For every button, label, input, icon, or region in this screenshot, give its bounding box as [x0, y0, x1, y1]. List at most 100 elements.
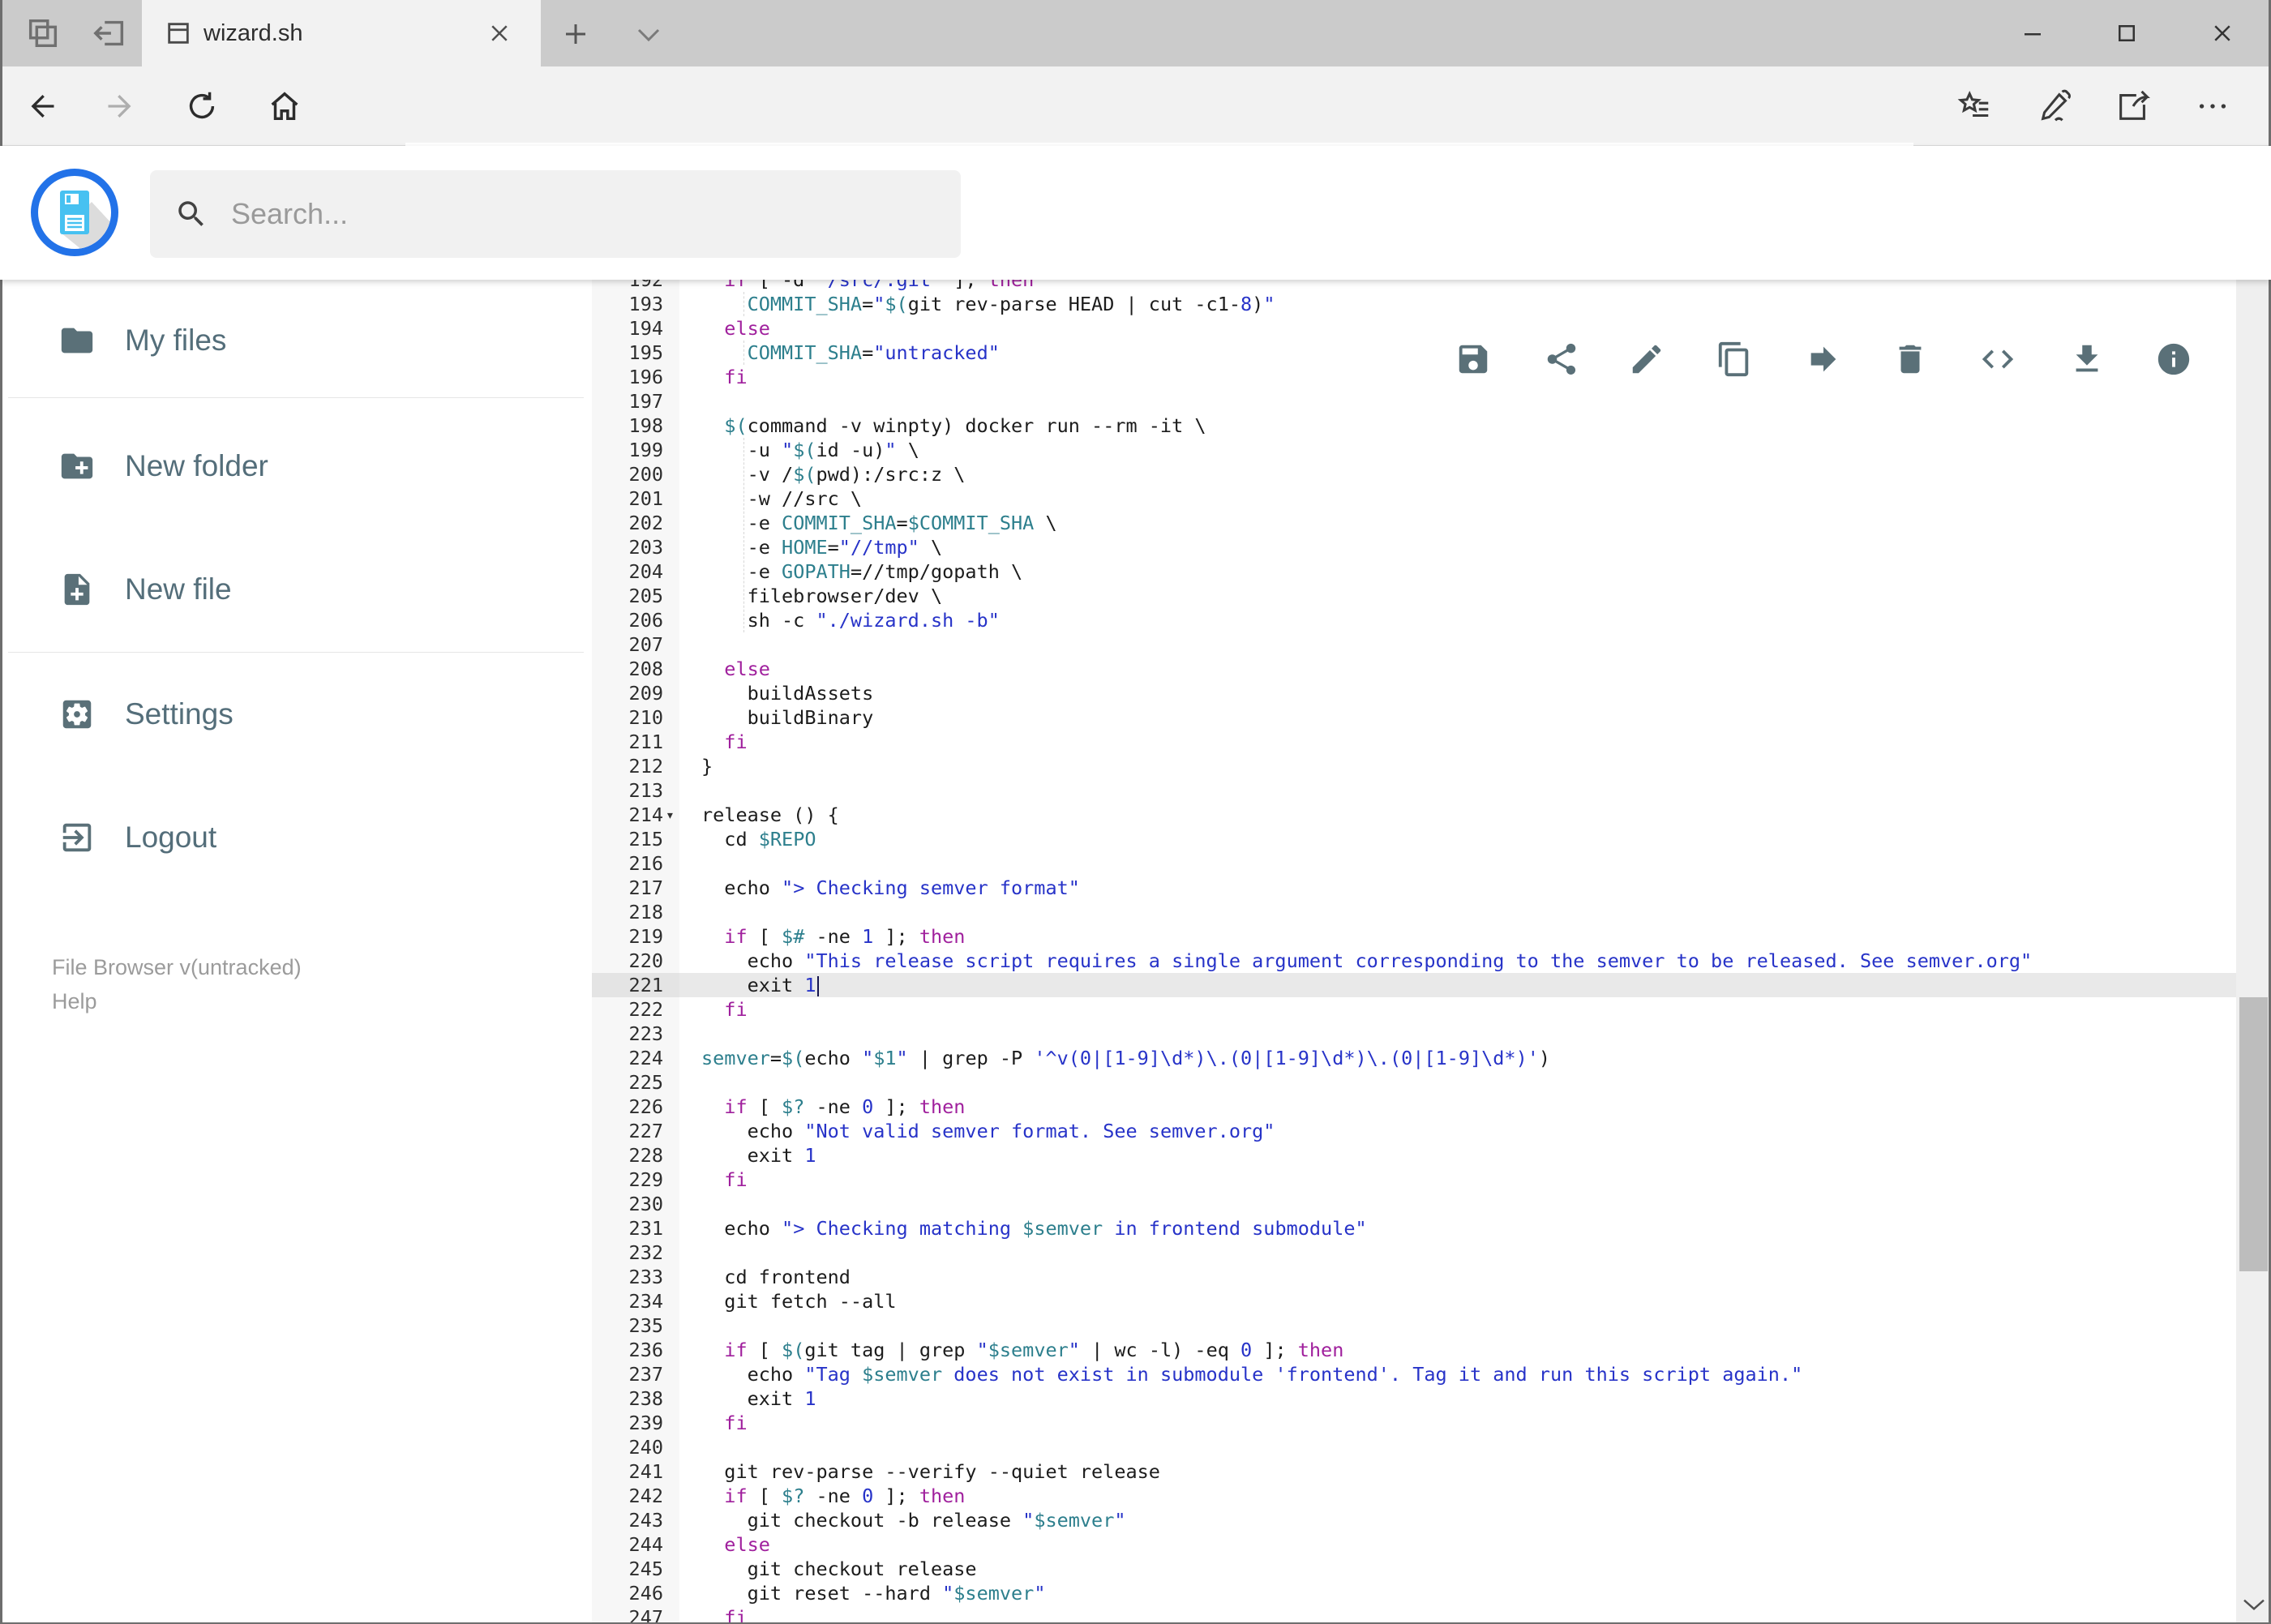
code-line[interactable]: 206 sh -c "./wizard.sh -b": [592, 608, 2236, 632]
code-line[interactable]: 217 echo "> Checking semver format": [592, 876, 2236, 900]
scroll-down-icon[interactable]: [2241, 1595, 2267, 1614]
code-line[interactable]: 231 echo "> Checking matching $semver in…: [592, 1216, 2236, 1240]
code-line[interactable]: 228 exit 1: [592, 1143, 2236, 1168]
code-line[interactable]: 208 else: [592, 657, 2236, 681]
help-link[interactable]: Help: [52, 989, 97, 1014]
set-tabs-aside-icon[interactable]: [91, 15, 128, 52]
tab-preview-icon[interactable]: [24, 15, 62, 52]
code-line[interactable]: 211 fi: [592, 730, 2236, 754]
page-scrollbar[interactable]: [2236, 146, 2271, 1624]
edit-button[interactable]: [1628, 341, 1665, 378]
hub-favorites-icon[interactable]: [1956, 88, 1993, 125]
code-line[interactable]: 207: [592, 632, 2236, 657]
code-line[interactable]: 229 fi: [592, 1168, 2236, 1192]
code-line[interactable]: 244 else: [592, 1532, 2236, 1557]
sidebar-item-settings[interactable]: Settings: [0, 675, 592, 753]
download-button[interactable]: [2068, 341, 2106, 378]
line-number: 237: [592, 1362, 679, 1386]
save-button[interactable]: [1455, 341, 1492, 378]
scrollbar-thumb[interactable]: [2239, 997, 2268, 1271]
code-line[interactable]: 201 -w //src \: [592, 486, 2236, 511]
close-button[interactable]: [2187, 0, 2257, 66]
code-line[interactable]: 209 buildAssets: [592, 681, 2236, 705]
code-line[interactable]: 221 exit 1: [592, 973, 2236, 997]
sidebar-item-logout[interactable]: Logout: [0, 799, 592, 876]
code-line[interactable]: 210 buildBinary: [592, 705, 2236, 730]
maximize-button[interactable]: [2092, 0, 2162, 66]
forward-button[interactable]: [104, 88, 139, 124]
code-line[interactable]: 230: [592, 1192, 2236, 1216]
search-placeholder: Search...: [231, 197, 349, 230]
code-line[interactable]: 233 cd frontend: [592, 1265, 2236, 1289]
tab-list-chevron-icon[interactable]: [634, 24, 663, 45]
code-line[interactable]: 245 git checkout release: [592, 1557, 2236, 1581]
app-version-text: File Browser v(untracked): [52, 955, 302, 979]
code-line[interactable]: 215 cd $REPO: [592, 827, 2236, 851]
sidebar-item-new-folder[interactable]: New folder: [0, 427, 592, 505]
code-line[interactable]: 197: [592, 389, 2236, 413]
code-line[interactable]: 242 if [ $? -ne 0 ]; then: [592, 1484, 2236, 1508]
delete-button[interactable]: [1892, 341, 1929, 378]
code-line[interactable]: 237 echo "Tag $semver does not exist in …: [592, 1362, 2236, 1386]
share-file-button[interactable]: [1543, 341, 1580, 378]
code-line[interactable]: 212}: [592, 754, 2236, 778]
code-line[interactable]: 226 if [ $? -ne 0 ]; then: [592, 1095, 2236, 1119]
code-line[interactable]: 243 git checkout -b release "$semver": [592, 1508, 2236, 1532]
fold-arrow-icon[interactable]: ▾: [666, 803, 675, 828]
code-line[interactable]: 220 echo "This release script requires a…: [592, 949, 2236, 973]
home-button[interactable]: [266, 88, 303, 125]
share-icon[interactable]: [2115, 88, 2152, 125]
code-editor[interactable]: 192 if [ -d "/src/.git" ]; then 193 COMMI…: [592, 280, 2236, 1624]
code-line[interactable]: 246 git reset --hard "$semver": [592, 1581, 2236, 1605]
code-line[interactable]: 227 echo "Not valid semver format. See s…: [592, 1119, 2236, 1143]
code-line[interactable]: 214 ▾ release () {: [592, 803, 2236, 827]
code-line[interactable]: 192 if [ -d "/src/.git" ]; then: [592, 280, 2236, 292]
copy-button[interactable]: [1716, 341, 1753, 378]
minimize-button[interactable]: [1998, 0, 2067, 66]
code-line[interactable]: 236 if [ $(git tag | grep "$semver" | wc…: [592, 1338, 2236, 1362]
search-input[interactable]: Search...: [150, 170, 961, 258]
code-line[interactable]: 235: [592, 1313, 2236, 1338]
code-line[interactable]: 194 else: [592, 316, 2236, 341]
sidebar-item-new-file[interactable]: New file: [0, 551, 592, 628]
sidebar-item-my-files[interactable]: My files: [0, 302, 592, 379]
code-line[interactable]: 239 fi: [592, 1411, 2236, 1435]
code-line[interactable]: 240: [592, 1435, 2236, 1459]
code-line[interactable]: 222 fi: [592, 997, 2236, 1022]
line-number: 231: [592, 1216, 679, 1240]
refresh-button[interactable]: [183, 88, 221, 125]
code-line[interactable]: 204 -e GOPATH=//tmp/gopath \: [592, 559, 2236, 584]
code-line[interactable]: 199 -u "$(id -u)" \: [592, 438, 2236, 462]
code-line[interactable]: 218: [592, 900, 2236, 924]
code-line[interactable]: 247 fi: [592, 1605, 2236, 1624]
code-line[interactable]: 198 $(command -v winpty) docker run --rm…: [592, 413, 2236, 438]
code-line[interactable]: 202 -e COMMIT_SHA=$COMMIT_SHA \: [592, 511, 2236, 535]
filebrowser-logo[interactable]: [31, 169, 118, 256]
browser-tab[interactable]: wizard.sh: [142, 0, 541, 66]
code-view-button[interactable]: [1979, 341, 2016, 378]
web-note-icon[interactable]: [2037, 88, 2074, 125]
code-line[interactable]: 232: [592, 1240, 2236, 1265]
code-line[interactable]: 203 -e HOME="//tmp" \: [592, 535, 2236, 559]
code-line[interactable]: 216: [592, 851, 2236, 876]
line-number: 238: [592, 1386, 679, 1411]
code-line[interactable]: 193 COMMIT_SHA="$(git rev-parse HEAD | c…: [592, 292, 2236, 316]
back-button[interactable]: [23, 88, 58, 124]
code-line[interactable]: 223: [592, 1022, 2236, 1046]
code-line[interactable]: 213: [592, 778, 2236, 803]
tab-close-icon[interactable]: [487, 21, 512, 45]
line-number: 221: [592, 973, 679, 997]
move-button[interactable]: [1805, 341, 1842, 378]
code-line[interactable]: 241 git rev-parse --verify --quiet relea…: [592, 1459, 2236, 1484]
code-line[interactable]: 200 -v /$(pwd):/src:z \: [592, 462, 2236, 486]
more-options-icon[interactable]: [2194, 88, 2231, 125]
code-line[interactable]: 225: [592, 1070, 2236, 1095]
line-number: 230: [592, 1192, 679, 1216]
code-line[interactable]: 238 exit 1: [592, 1386, 2236, 1411]
code-line[interactable]: 224 semver=$(echo "$1" | grep -P '^v(0|[1…: [592, 1046, 2236, 1070]
code-line[interactable]: 234 git fetch --all: [592, 1289, 2236, 1313]
code-line[interactable]: 219 if [ $# -ne 1 ]; then: [592, 924, 2236, 949]
code-line[interactable]: 205 filebrowser/dev \: [592, 584, 2236, 608]
new-tab-button[interactable]: [561, 19, 590, 49]
info-button[interactable]: [2155, 341, 2192, 378]
